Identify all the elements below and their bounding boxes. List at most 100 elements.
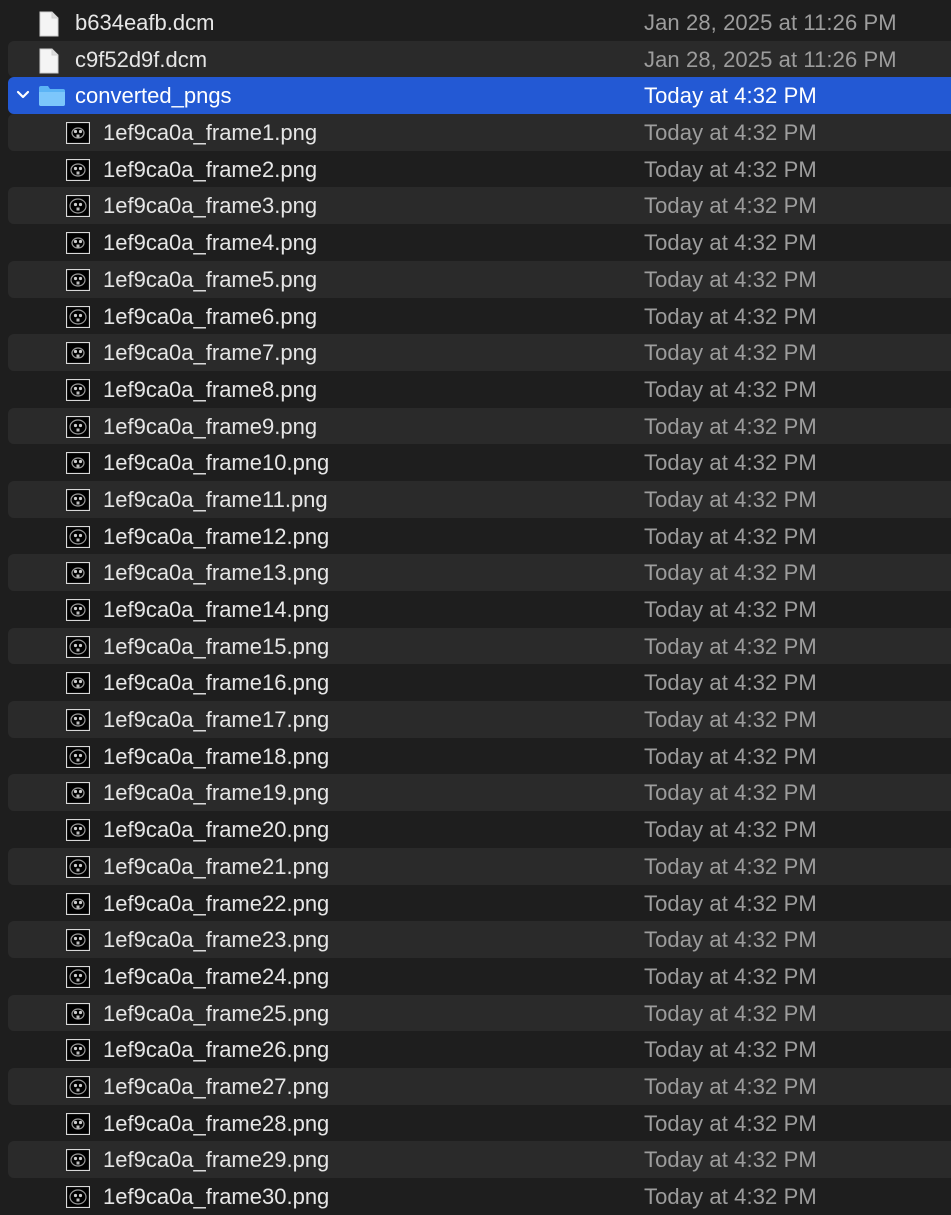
image-thumbnail-icon bbox=[65, 488, 91, 512]
file-row[interactable]: 1ef9ca0a_frame6.png Today at 4:32 PM bbox=[8, 298, 951, 335]
chevron-down-icon[interactable] bbox=[14, 86, 32, 104]
file-name: b634eafb.dcm bbox=[75, 10, 215, 35]
image-thumbnail-icon bbox=[65, 195, 91, 218]
file-name: 1ef9ca0a_frame1.png bbox=[103, 120, 318, 146]
date-modified: Today at 4:32 PM bbox=[644, 670, 817, 696]
image-thumbnail-icon bbox=[65, 158, 91, 181]
file-row[interactable]: 1ef9ca0a_frame27.png Today at 4:32 PM bbox=[8, 1067, 951, 1105]
file-name: 1ef9ca0a_frame30.png bbox=[103, 1184, 330, 1209]
file-row[interactable]: 1ef9ca0a_frame28.png Today at 4:32 PM bbox=[8, 1105, 951, 1142]
date-modified: Today at 4:32 PM bbox=[644, 83, 817, 109]
date-modified: Today at 4:32 PM bbox=[644, 486, 817, 512]
file-row[interactable]: b634eafb.dcm Jan 28, 2025 at 11:26 PM bbox=[8, 4, 951, 41]
date-modified: Today at 4:32 PM bbox=[644, 340, 817, 366]
image-thumbnail-icon bbox=[65, 342, 91, 365]
date-modified: Today at 4:32 PM bbox=[644, 927, 817, 953]
file-row[interactable]: 1ef9ca0a_frame19.png Today at 4:32 PM bbox=[8, 774, 951, 812]
image-thumbnail-icon bbox=[65, 892, 91, 915]
file-row[interactable]: 1ef9ca0a_frame15.png Today at 4:32 PM bbox=[8, 627, 951, 665]
image-thumbnail-icon bbox=[65, 268, 91, 291]
file-row[interactable]: 1ef9ca0a_frame30.png Today at 4:32 PM bbox=[8, 1178, 951, 1215]
date-modified: Today at 4:32 PM bbox=[644, 120, 817, 146]
image-thumbnail-icon bbox=[65, 672, 91, 695]
file-name: 1ef9ca0a_frame5.png bbox=[103, 266, 318, 292]
date-modified: Today at 4:32 PM bbox=[644, 376, 817, 402]
file-name: c9f52d9f.dcm bbox=[75, 46, 208, 72]
file-name: 1ef9ca0a_frame28.png bbox=[103, 1110, 330, 1136]
image-thumbnail-icon bbox=[65, 819, 91, 842]
file-name: 1ef9ca0a_frame7.png bbox=[103, 340, 318, 366]
file-name: 1ef9ca0a_frame24.png bbox=[103, 963, 330, 989]
image-thumbnail-icon bbox=[65, 782, 91, 805]
date-modified: Today at 4:32 PM bbox=[644, 633, 817, 659]
file-row[interactable]: 1ef9ca0a_frame5.png Today at 4:32 PM bbox=[8, 260, 951, 298]
image-thumbnail-icon bbox=[65, 1185, 91, 1209]
date-modified: Today at 4:32 PM bbox=[644, 193, 817, 219]
image-thumbnail-icon bbox=[65, 525, 91, 548]
file-row[interactable]: 1ef9ca0a_frame18.png Today at 4:32 PM bbox=[8, 738, 951, 775]
date-modified: Today at 4:32 PM bbox=[644, 156, 817, 182]
date-modified: Today at 4:32 PM bbox=[644, 780, 817, 806]
file-name: 1ef9ca0a_frame4.png bbox=[103, 230, 318, 256]
date-modified: Jan 28, 2025 at 11:26 PM bbox=[644, 46, 897, 72]
date-modified: Today at 4:32 PM bbox=[644, 523, 817, 549]
file-row[interactable]: 1ef9ca0a_frame11.png Today at 4:32 PM bbox=[8, 480, 951, 518]
file-row[interactable]: 1ef9ca0a_frame13.png Today at 4:32 PM bbox=[8, 554, 951, 591]
file-row[interactable]: 1ef9ca0a_frame1.png Today at 4:32 PM bbox=[8, 114, 951, 151]
file-name: 1ef9ca0a_frame19.png bbox=[103, 780, 330, 806]
file-row[interactable]: 1ef9ca0a_frame29.png Today at 4:32 PM bbox=[8, 1141, 951, 1178]
file-name: 1ef9ca0a_frame22.png bbox=[103, 890, 330, 916]
file-row[interactable]: c9f52d9f.dcm Jan 28, 2025 at 11:26 PM bbox=[8, 40, 951, 78]
folder-row[interactable]: converted_pngs Today at 4:32 PM bbox=[8, 77, 951, 115]
image-thumbnail-icon bbox=[65, 1002, 91, 1025]
file-name: 1ef9ca0a_frame21.png bbox=[103, 853, 330, 879]
file-row[interactable]: 1ef9ca0a_frame26.png Today at 4:32 PM bbox=[8, 1031, 951, 1068]
date-modified: Today at 4:32 PM bbox=[644, 1000, 817, 1026]
file-row[interactable]: 1ef9ca0a_frame3.png Today at 4:32 PM bbox=[8, 187, 951, 225]
date-modified: Today at 4:32 PM bbox=[644, 1037, 817, 1063]
date-modified: Jan 28, 2025 at 11:26 PM bbox=[644, 10, 897, 35]
date-modified: Today at 4:32 PM bbox=[644, 817, 817, 843]
file-row[interactable]: 1ef9ca0a_frame16.png Today at 4:32 PM bbox=[8, 664, 951, 701]
image-thumbnail-icon bbox=[65, 1039, 91, 1062]
image-thumbnail-icon bbox=[65, 708, 91, 732]
file-row[interactable]: 1ef9ca0a_frame24.png Today at 4:32 PM bbox=[8, 958, 951, 995]
file-row[interactable]: 1ef9ca0a_frame8.png Today at 4:32 PM bbox=[8, 371, 951, 408]
image-thumbnail-icon bbox=[65, 965, 91, 988]
image-thumbnail-icon bbox=[65, 415, 91, 438]
date-modified: Today at 4:32 PM bbox=[644, 266, 817, 292]
file-row[interactable]: 1ef9ca0a_frame23.png Today at 4:32 PM bbox=[8, 921, 951, 958]
file-row[interactable]: 1ef9ca0a_frame7.png Today at 4:32 PM bbox=[8, 334, 951, 371]
file-name: 1ef9ca0a_frame25.png bbox=[103, 1000, 330, 1026]
file-name: 1ef9ca0a_frame26.png bbox=[103, 1037, 330, 1063]
date-modified: Today at 4:32 PM bbox=[644, 1147, 817, 1173]
file-name: 1ef9ca0a_frame16.png bbox=[103, 670, 330, 696]
file-row[interactable]: 1ef9ca0a_frame10.png Today at 4:32 PM bbox=[8, 444, 951, 481]
file-name: 1ef9ca0a_frame10.png bbox=[103, 450, 330, 476]
file-row[interactable]: 1ef9ca0a_frame12.png Today at 4:32 PM bbox=[8, 518, 951, 555]
image-thumbnail-icon bbox=[65, 598, 91, 622]
file-row[interactable]: 1ef9ca0a_frame9.png Today at 4:32 PM bbox=[8, 407, 951, 445]
date-modified: Today at 4:32 PM bbox=[644, 890, 817, 916]
date-modified: Today at 4:32 PM bbox=[644, 743, 817, 769]
file-name: 1ef9ca0a_frame15.png bbox=[103, 633, 330, 659]
file-row[interactable]: 1ef9ca0a_frame22.png Today at 4:32 PM bbox=[8, 885, 951, 922]
file-row[interactable]: 1ef9ca0a_frame17.png Today at 4:32 PM bbox=[8, 701, 951, 738]
file-row[interactable]: 1ef9ca0a_frame4.png Today at 4:32 PM bbox=[8, 224, 951, 261]
date-modified: Today at 4:32 PM bbox=[644, 450, 817, 476]
image-thumbnail-icon bbox=[65, 1149, 91, 1172]
file-name: 1ef9ca0a_frame3.png bbox=[103, 193, 318, 219]
date-modified: Today at 4:32 PM bbox=[644, 963, 817, 989]
file-row[interactable]: 1ef9ca0a_frame21.png Today at 4:32 PM bbox=[8, 847, 951, 885]
image-thumbnail-icon bbox=[65, 635, 91, 658]
date-modified: Today at 4:32 PM bbox=[644, 1073, 817, 1099]
file-row[interactable]: 1ef9ca0a_frame14.png Today at 4:32 PM bbox=[8, 591, 951, 628]
image-thumbnail-icon bbox=[65, 1075, 91, 1099]
file-name: 1ef9ca0a_frame23.png bbox=[103, 927, 330, 953]
date-modified: Today at 4:32 PM bbox=[644, 707, 817, 733]
file-row[interactable]: 1ef9ca0a_frame20.png Today at 4:32 PM bbox=[8, 811, 951, 848]
date-modified: Today at 4:32 PM bbox=[644, 413, 817, 439]
file-row[interactable]: 1ef9ca0a_frame2.png Today at 4:32 PM bbox=[8, 151, 951, 188]
file-name: 1ef9ca0a_frame12.png bbox=[103, 523, 330, 549]
file-row[interactable]: 1ef9ca0a_frame25.png Today at 4:32 PM bbox=[8, 994, 951, 1032]
